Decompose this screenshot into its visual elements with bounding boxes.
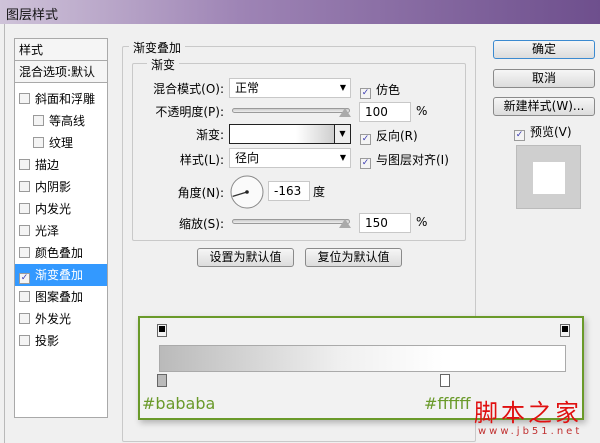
window-title: 图层样式 [6,8,59,23]
blend-mode-value: 正常 [235,81,260,95]
group-title: 渐变叠加 [129,39,186,56]
cancel-button[interactable]: 取消 [493,69,595,88]
right-color-label: #ffffff [424,394,471,413]
opacity-label: 不透明度(P): [155,105,224,119]
style-item-label: 等高线 [49,114,86,128]
style-select[interactable]: 径向 ▼ [229,148,351,168]
style-item-label: 光泽 [35,224,60,238]
style-label: 样式(L): [179,153,224,167]
degree-label: 度 [313,185,326,199]
preview-thumbnail [516,145,581,209]
blend-options-item[interactable]: 混合选项:默认 [15,61,107,83]
align-checkbox[interactable]: ✓ 与图层对齐(I) [360,151,449,169]
style-item[interactable]: 图案叠加 [15,286,107,308]
style-item[interactable]: 纹理 [15,132,107,154]
checkbox-icon[interactable]: ✓ [19,273,30,284]
style-item-label: 描边 [35,158,60,172]
dither-label: 仿色 [376,83,401,97]
style-item[interactable]: 斜面和浮雕 [15,88,107,110]
style-item-label: 投影 [35,334,60,348]
style-item-label: 颜色叠加 [35,246,84,260]
gradient-label: 渐变: [195,128,224,142]
title-bar [0,0,600,24]
style-list: 样式 混合选项:默认 斜面和浮雕等高线纹理描边内阴影内发光光泽颜色叠加 ✓ 渐变叠加… [14,38,108,418]
make-default-button[interactable]: 设置为默认值 [197,248,294,267]
style-item[interactable]: 投影 [15,330,107,352]
style-item[interactable]: 描边 [15,154,107,176]
style-item[interactable]: 外发光 [15,308,107,330]
checkbox-icon: ✓ [360,158,371,169]
style-item-label: 纹理 [49,136,74,150]
scale-input[interactable]: 150 [359,213,411,233]
checkbox-icon[interactable] [19,225,30,236]
scale-slider[interactable] [232,219,350,224]
checkbox-icon[interactable] [19,203,30,214]
gradient-bar[interactable] [159,345,566,372]
preview-label: 预览(V) [530,125,572,139]
reset-default-button[interactable]: 复位为默认值 [305,248,402,267]
gradient-picker[interactable]: ▼ [229,124,351,144]
style-item-label: 图案叠加 [35,290,84,304]
blend-mode-select[interactable]: 正常 ▼ [229,78,351,98]
dither-checkbox[interactable]: ✓ 仿色 [360,81,400,99]
reverse-label: 反向(R) [376,129,418,143]
checkbox-icon[interactable] [19,93,30,104]
style-item[interactable]: 光泽 [15,220,107,242]
opacity-stop-left[interactable] [157,324,167,337]
preview-checkbox[interactable]: ✓ 预览(V) [514,123,572,141]
checkbox-icon[interactable] [19,181,30,192]
style-value: 径向 [235,151,260,165]
percent-label: % [416,215,428,229]
angle-dial[interactable] [229,174,265,210]
checkbox-icon: ✓ [514,130,525,141]
checkbox-icon[interactable] [19,335,30,346]
new-style-button[interactable]: 新建样式(W)... [493,97,595,116]
style-item-label: 渐变叠加 [35,268,84,282]
style-list-header: 样式 [15,39,107,61]
percent-label: % [416,104,428,118]
style-item[interactable]: 内阴影 [15,176,107,198]
reverse-checkbox[interactable]: ✓ 反向(R) [360,127,418,145]
align-label: 与图层对齐(I) [376,153,449,167]
checkbox-icon[interactable] [33,115,44,126]
checkbox-icon[interactable] [19,247,30,258]
angle-input[interactable]: -163 [268,181,310,201]
preview-swatch [532,162,565,194]
chevron-down-icon: ▼ [339,83,346,92]
checkbox-icon: ✓ [360,88,371,99]
watermark-text: 脚本之家 [474,399,582,427]
left-color-label: #bababa [142,394,216,413]
checkbox-icon[interactable] [19,313,30,324]
style-item-label: 内发光 [35,202,72,216]
color-stop-right[interactable] [440,374,450,387]
angle-label: 角度(N): [177,186,224,200]
opacity-stop-right[interactable] [560,324,570,337]
checkbox-icon[interactable] [19,159,30,170]
checkbox-icon[interactable] [19,291,30,302]
style-item[interactable]: 内发光 [15,198,107,220]
color-stop-left[interactable] [157,374,167,387]
subgroup-title: 渐变 [147,56,180,73]
style-item-label: 外发光 [35,312,72,326]
style-item-label: 内阴影 [35,180,72,194]
watermark-url: www.jb51.net [478,426,583,437]
blend-mode-label: 混合模式(O): [153,82,224,96]
style-item-label: 斜面和浮雕 [35,92,96,106]
checkbox-icon: ✓ [360,134,371,145]
opacity-slider[interactable] [232,108,350,113]
opacity-input[interactable]: 100 [359,102,411,122]
checkbox-icon[interactable] [33,137,44,148]
style-item[interactable]: 等高线 [15,110,107,132]
chevron-down-icon: ▼ [339,153,346,162]
chevron-down-icon[interactable]: ▼ [334,125,350,143]
ok-button[interactable]: 确定 [493,40,595,59]
style-item[interactable]: ✓ 渐变叠加 [15,264,107,286]
style-item[interactable]: 颜色叠加 [15,242,107,264]
scale-label: 缩放(S): [178,217,224,231]
scale-slider-thumb[interactable] [339,219,351,228]
opacity-slider-thumb[interactable] [339,108,351,117]
